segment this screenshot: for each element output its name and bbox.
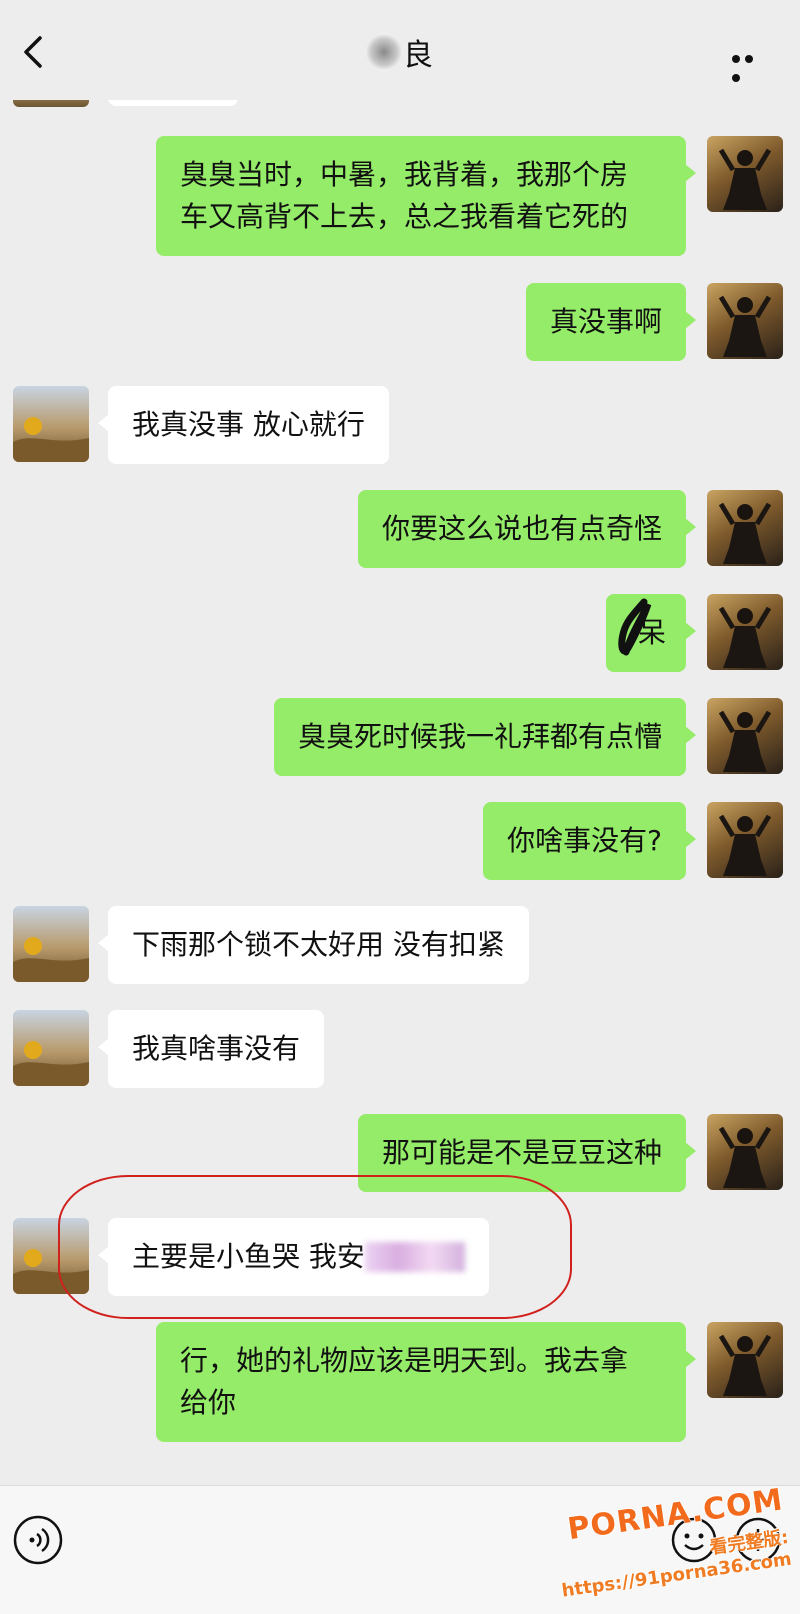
avatar[interactable] [707, 283, 783, 359]
avatar[interactable] [707, 1322, 783, 1398]
message-bubble[interactable]: 下雨那个锁不太好用 没有扣紧 [98, 906, 529, 984]
message-bubble[interactable]: 臭臭当时，中暑，我背着，我那个房 车又高背不上去，总之我看着它死的 [156, 136, 696, 256]
avatar[interactable] [707, 802, 783, 878]
avatar[interactable] [707, 136, 783, 212]
message-bubble[interactable]: 真没事啊 [525, 283, 697, 361]
avatar[interactable] [707, 490, 783, 566]
avatar[interactable] [13, 1010, 89, 1086]
message-bubble[interactable]: 行，她的礼物应该是明天到。我去拿 给你 [156, 1322, 696, 1442]
message-text: 主要是小鱼哭 我安 [132, 1240, 365, 1273]
message-bubble[interactable]: 你啥事没有? [483, 802, 696, 880]
message-bubble[interactable]: 呆 [606, 594, 696, 672]
message-bubble[interactable]: 臭臭死时候我一礼拜都有点懵 [273, 698, 697, 776]
avatar[interactable] [707, 1114, 783, 1190]
avatar[interactable] [707, 698, 783, 774]
scribble-mark [618, 598, 652, 656]
message-bubble[interactable]: 我真啥事没有 [97, 1010, 325, 1088]
chat-title: 良 [0, 30, 800, 74]
avatar[interactable] [13, 906, 89, 982]
message-bubble[interactable]: 你要这么说也有点奇怪 [357, 490, 697, 568]
message-bubble[interactable]: 那可能是不是豆豆这种 [357, 1114, 697, 1192]
chat-header: 良 [0, 0, 800, 100]
message-bubble[interactable]: 主要是小鱼哭 我安 [98, 1218, 489, 1296]
voice-icon[interactable] [12, 1514, 64, 1566]
avatar[interactable] [13, 386, 89, 462]
ellipsis-icon[interactable] [732, 48, 770, 82]
chat-title-text: 良 [403, 38, 433, 73]
censored-text-blur [364, 1242, 465, 1272]
censored-name-blur [367, 35, 401, 69]
message-bubble[interactable]: 我真没事 放心就行 [98, 386, 389, 464]
avatar[interactable] [13, 1218, 89, 1294]
avatar[interactable] [707, 594, 783, 670]
